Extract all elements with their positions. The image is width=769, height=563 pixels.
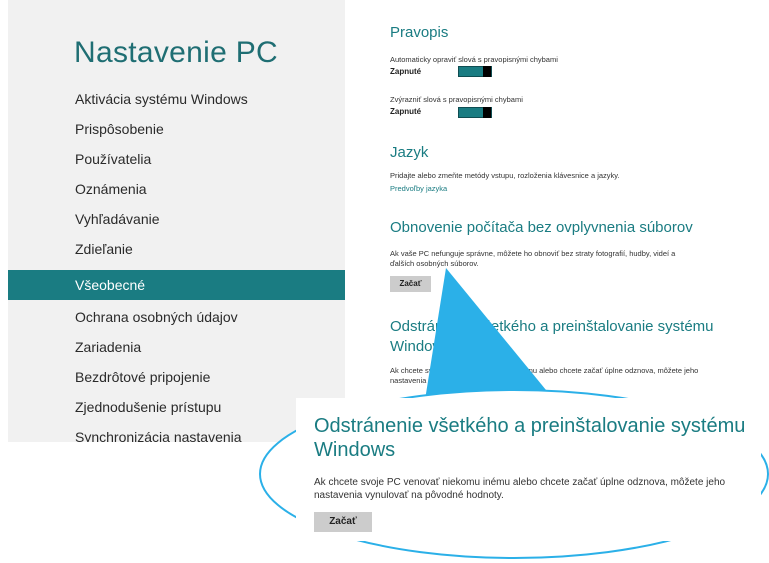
callout-pointer: [425, 268, 546, 400]
reset-start-button[interactable]: Začať: [314, 512, 372, 532]
zoomed-reset-description: Ak chcete svoje PC venovať niekomu inému…: [314, 477, 726, 501]
zoomed-reset-section: Odstránenie všetkého a preinštalovanie s…: [296, 398, 761, 541]
zoomed-reset-heading: Odstránenie všetkého a preinštalovanie s…: [314, 415, 746, 461]
